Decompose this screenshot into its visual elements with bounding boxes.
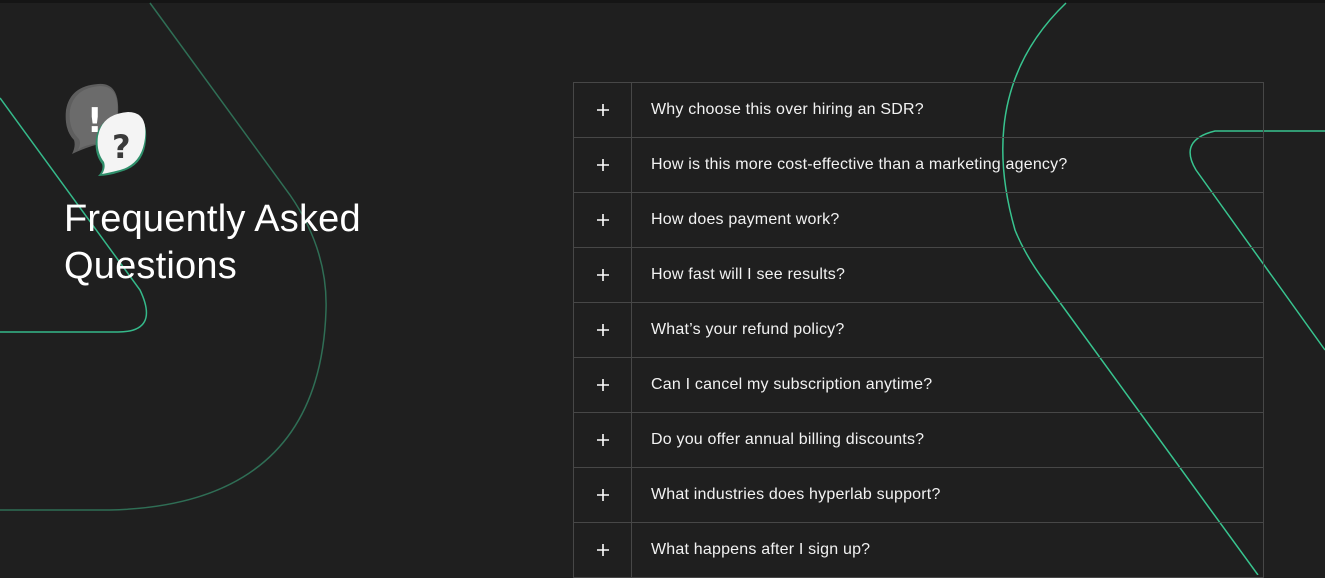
faq-question[interactable]: Can I cancel my subscription anytime? [632,358,1263,412]
faq-question[interactable]: How does payment work? [632,193,1263,247]
faq-question[interactable]: How fast will I see results? [632,248,1263,302]
faq-question[interactable]: What’s your refund policy? [632,303,1263,357]
faq-item[interactable]: Why choose this over hiring an SDR? [573,83,1264,138]
faq-question[interactable]: What happens after I sign up? [632,523,1263,577]
page-title: Frequently Asked Questions [64,198,361,287]
faq-item[interactable]: Can I cancel my subscription anytime? [573,358,1264,413]
faq-item[interactable]: How does payment work? [573,193,1264,248]
plus-icon[interactable] [574,358,632,412]
faq-question[interactable]: Do you offer annual billing discounts? [632,413,1263,467]
faq-item[interactable]: How is this more cost-effective than a m… [573,138,1264,193]
top-border [0,0,1325,3]
faq-item[interactable]: Do you offer annual billing discounts? [573,413,1264,468]
faq-question[interactable]: What industries does hyperlab support? [632,468,1263,522]
faq-item[interactable]: How fast will I see results? [573,248,1264,303]
faq-list: Why choose this over hiring an SDR? How … [573,82,1264,578]
svg-text:?: ? [112,128,131,166]
plus-icon[interactable] [574,468,632,522]
faq-question[interactable]: How is this more cost-effective than a m… [632,138,1263,192]
faq-item[interactable]: What’s your refund policy? [573,303,1264,358]
plus-icon[interactable] [574,523,632,577]
plus-icon[interactable] [574,303,632,357]
faq-item[interactable]: What industries does hyperlab support? [573,468,1264,523]
plus-icon[interactable] [574,413,632,467]
plus-icon[interactable] [574,193,632,247]
faq-item[interactable]: What happens after I sign up? [573,523,1264,578]
plus-icon[interactable] [574,248,632,302]
faq-question[interactable]: Why choose this over hiring an SDR? [632,83,1263,137]
plus-icon[interactable] [574,138,632,192]
plus-icon[interactable] [574,83,632,137]
question-exclamation-bubbles-icon: ! ? [62,80,150,180]
